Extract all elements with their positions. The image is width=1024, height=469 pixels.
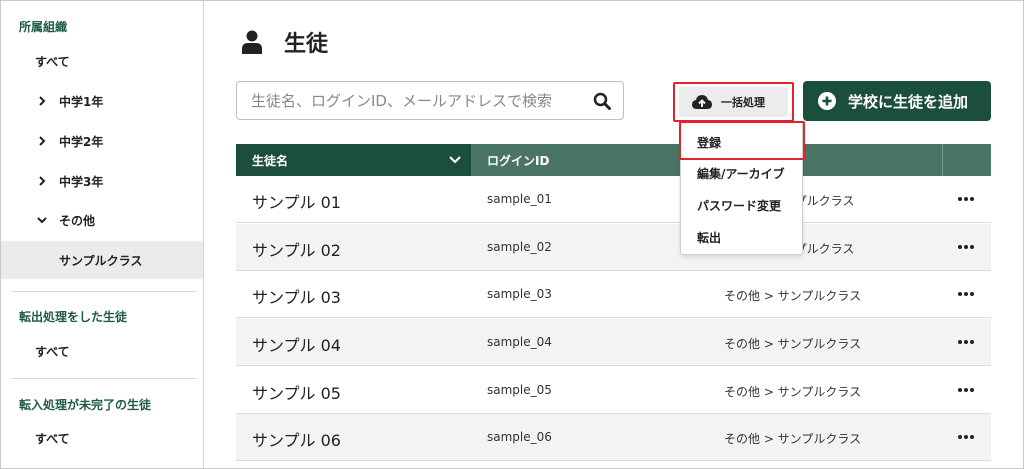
transfer-in-heading: 転入処理が未完了の生徒: [19, 398, 152, 412]
student-name: サンプル 02: [252, 241, 341, 260]
more-options-icon[interactable]: [957, 190, 975, 208]
add-student-button[interactable]: 学校に生徒を追加: [803, 81, 991, 121]
table-header: 生徒名 ログインID: [236, 144, 991, 176]
cloud-upload-icon: [692, 95, 712, 109]
org-heading: 所属組織: [19, 20, 68, 34]
sidebar-item-label: すべて: [35, 431, 70, 446]
sidebar-item-other[interactable]: その他: [1, 201, 203, 239]
login-id: sample_06: [487, 430, 552, 444]
sidebar-item-grade2[interactable]: 中学2年: [1, 122, 203, 160]
sidebar-item-label: その他: [59, 213, 96, 228]
login-id: sample_05: [487, 383, 552, 397]
sidebar-item-label: サンプルクラス: [59, 253, 143, 268]
more-options-icon[interactable]: [957, 238, 975, 256]
more-options-icon[interactable]: [957, 333, 975, 351]
column-header-label: 生徒名: [252, 153, 289, 168]
more-options-icon[interactable]: [957, 285, 975, 303]
sidebar-item-transfer-out-all[interactable]: すべて: [1, 332, 203, 370]
batch-process-label: 一括処理: [721, 96, 765, 109]
sidebar-item-sample-class[interactable]: サンプルクラス: [1, 241, 203, 279]
sidebar: 所属組織 すべて 中学1年 中学2年 中学3年 その他 サンプルクラス 転出処理…: [1, 1, 204, 468]
class-path: その他 > サンプルクラス: [724, 289, 862, 303]
sidebar-item-grade1[interactable]: 中学1年: [1, 82, 203, 120]
chevron-right-icon[interactable]: [35, 136, 49, 146]
table-row[interactable]: サンプル 01 sample_01 ンプルクラス: [236, 176, 991, 223]
student-name: サンプル 06: [252, 431, 341, 450]
more-options-icon[interactable]: [957, 381, 975, 399]
column-header-login[interactable]: ログインID: [471, 144, 549, 176]
sidebar-item-label: 中学1年: [59, 94, 104, 109]
sidebar-item-label: すべて: [35, 344, 70, 359]
search-icon[interactable]: [593, 92, 611, 110]
table-row[interactable]: サンプル 02 sample_02 ンプルクラス: [236, 224, 991, 271]
search-box: [236, 81, 624, 120]
chevron-right-icon[interactable]: [35, 176, 49, 186]
sidebar-item-label: すべて: [35, 54, 70, 69]
table-row[interactable]: サンプル 04 sample_04 その他 > サンプルクラス: [236, 319, 991, 366]
table-row[interactable]: サンプル 03 sample_03 その他 > サンプルクラス: [236, 271, 991, 318]
column-separator: [942, 144, 943, 176]
sidebar-item-label: 中学3年: [59, 174, 104, 189]
sidebar-item-grade3[interactable]: 中学3年: [1, 162, 203, 200]
student-name: サンプル 05: [252, 384, 341, 403]
batch-process-button[interactable]: 一括処理: [679, 87, 788, 117]
person-icon: [242, 30, 262, 54]
student-name: サンプル 04: [252, 336, 341, 355]
student-name: サンプル 03: [252, 288, 341, 307]
add-student-label: 学校に生徒を追加: [848, 92, 969, 111]
column-header-name[interactable]: 生徒名: [236, 144, 471, 176]
sidebar-item-label: 中学2年: [59, 134, 104, 149]
chevron-down-icon[interactable]: [35, 215, 49, 225]
table-row[interactable]: サンプル 05 sample_05 その他 > サンプルクラス: [236, 367, 991, 414]
page-title: 生徒: [284, 32, 329, 57]
class-path: その他 > サンプルクラス: [724, 337, 862, 351]
chevron-right-icon[interactable]: [35, 96, 49, 106]
page-header: 生徒: [242, 26, 328, 58]
menu-item-change-password[interactable]: パスワード変更: [697, 197, 781, 214]
login-id: sample_02: [487, 240, 552, 254]
sidebar-item-transfer-in-all[interactable]: すべて: [1, 419, 203, 457]
login-id: sample_03: [487, 287, 552, 301]
student-name: サンプル 01: [252, 193, 341, 212]
search-input[interactable]: [251, 90, 581, 112]
divider: [11, 378, 197, 379]
login-id: sample_01: [487, 192, 552, 206]
login-id: sample_04: [487, 335, 552, 349]
divider: [11, 291, 197, 292]
menu-item-transfer-out[interactable]: 転出: [697, 229, 721, 246]
more-options-icon[interactable]: [957, 428, 975, 446]
chevron-down-icon[interactable]: [449, 155, 461, 165]
menu-item-edit-archive[interactable]: 編集/アーカイブ: [697, 165, 785, 182]
class-path: その他 > サンプルクラス: [724, 432, 862, 446]
plus-circle-icon: [818, 92, 836, 110]
class-path: その他 > サンプルクラス: [724, 385, 862, 399]
table-row[interactable]: サンプル 06 sample_06 その他 > サンプルクラス: [236, 414, 991, 461]
sidebar-item-all[interactable]: すべて: [1, 42, 203, 80]
transfer-out-heading: 転出処理をした生徒: [19, 310, 128, 324]
register-highlight-box: [679, 121, 805, 160]
column-header-label: ログインID: [487, 153, 550, 168]
